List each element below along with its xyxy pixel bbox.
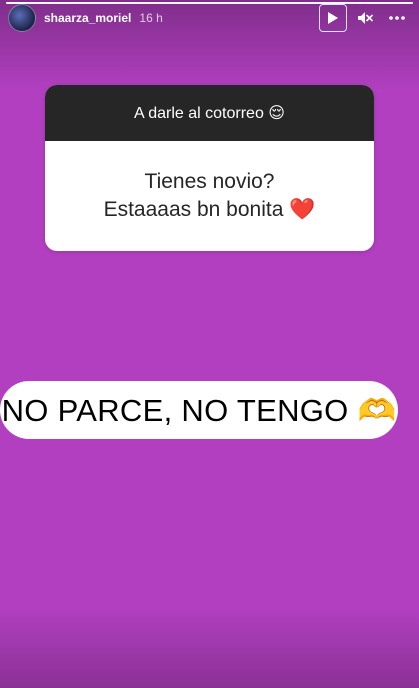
question-text-line-2: Estaaaas bn bonita ❤️ [103,198,316,221]
avatar[interactable] [8,4,36,32]
mute-button[interactable] [351,4,379,32]
bottom-gradient-overlay [0,608,419,688]
mute-icon [358,12,373,24]
play-icon [328,12,338,24]
question-sticker-prompt: A darle al cotorreo 😌 [45,85,374,141]
question-text-line-1: Tienes novio? [144,170,275,193]
more-options-icon [389,16,405,20]
answer-text-sticker: NO PARCE, NO TENGO 🫶 [0,381,398,439]
story-header: shaarza_moriel 16 h [8,4,411,32]
more-options-button[interactable] [383,4,411,32]
story-viewer[interactable]: shaarza_moriel 16 h A darle al cotorreo … [0,0,419,688]
story-timestamp: 16 h [139,11,163,25]
answer-text: NO PARCE, NO TENGO 🫶 [1,392,397,428]
username[interactable]: shaarza_moriel [44,11,131,25]
question-sticker[interactable]: A darle al cotorreo 😌 Tienes novio? Esta… [45,85,374,251]
play-button[interactable] [319,4,347,32]
question-sticker-body: Tienes novio? Estaaaas bn bonita ❤️ [45,141,374,251]
story-controls [319,4,411,32]
